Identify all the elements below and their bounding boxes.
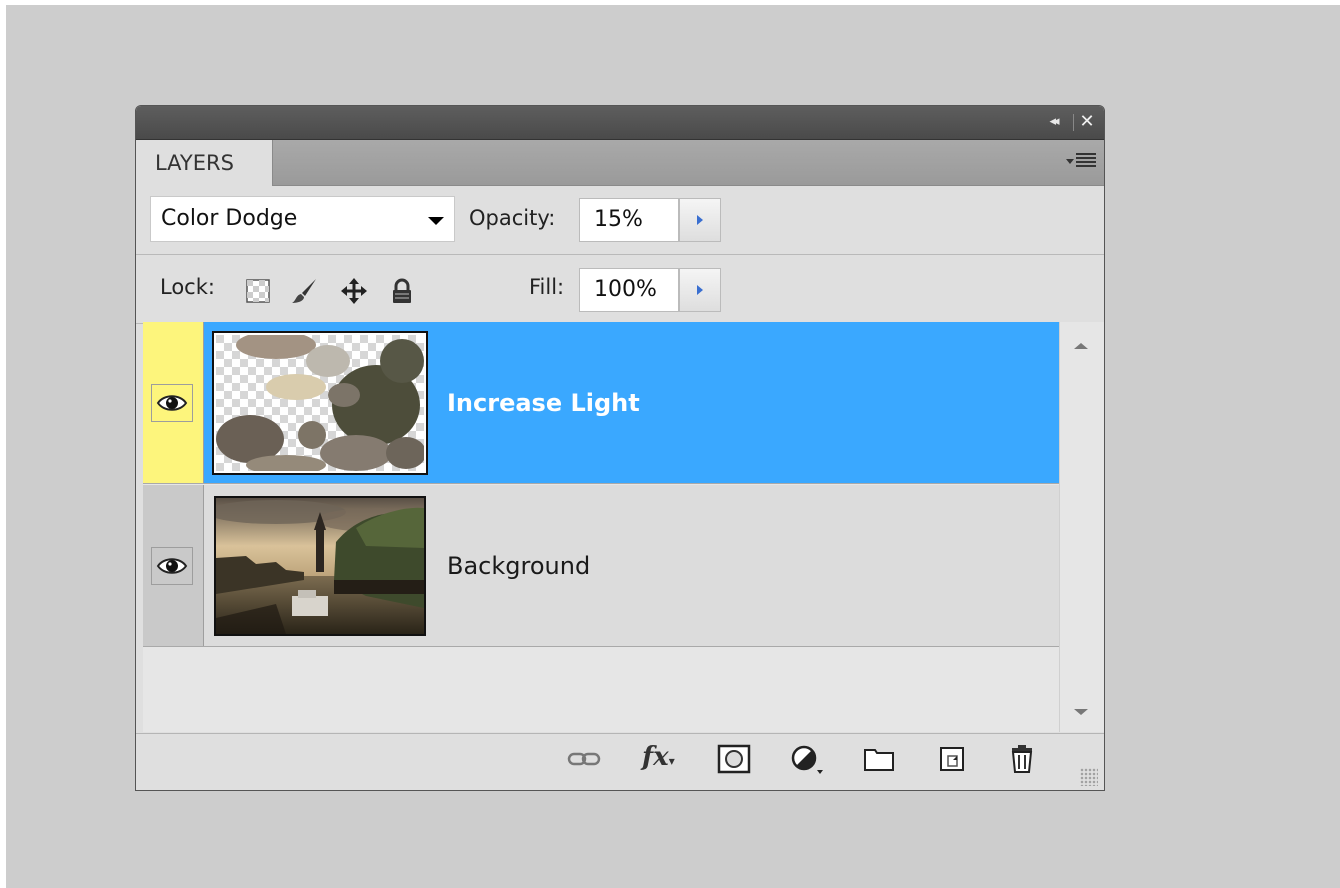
transparent-layer-thumbnail-image <box>216 335 424 471</box>
visibility-toggle[interactable] <box>151 384 193 422</box>
layer-thumbnail[interactable] <box>212 331 428 475</box>
layer-mask-icon[interactable] <box>716 742 752 776</box>
fx-dropdown-arrow: ▾ <box>668 754 675 768</box>
panel-titlebar[interactable]: ◂◂ ✕ <box>136 106 1104 140</box>
scroll-up-arrow-icon[interactable] <box>1074 343 1088 349</box>
link-layers-icon[interactable] <box>566 742 602 776</box>
chevron-down-icon <box>428 217 444 225</box>
adjustment-layer-icon[interactable] <box>789 742 825 776</box>
blend-row: Color Dodge Opacity: 15% <box>136 186 1104 255</box>
opacity-label: Opacity: <box>469 206 556 230</box>
blend-mode-value: Color Dodge <box>161 206 298 231</box>
visibility-column[interactable] <box>143 322 204 483</box>
panel-menu-arrow <box>1066 159 1074 164</box>
lock-transparent-pixels-icon[interactable] <box>244 277 272 305</box>
collapse-panel-icon[interactable]: ◂◂ <box>1042 114 1064 130</box>
trash-icon[interactable] <box>1004 742 1040 776</box>
visibility-toggle[interactable] <box>151 547 193 585</box>
lock-row: Lock: Fill: 100% <box>136 255 1104 324</box>
tab-layers[interactable]: LAYERS <box>136 140 273 186</box>
lock-image-pixels-icon[interactable] <box>290 277 318 305</box>
panel-menu-icon[interactable] <box>1066 150 1098 174</box>
fx-label: fx <box>642 742 669 772</box>
layer-name[interactable]: Increase Light <box>447 384 640 422</box>
blend-mode-dropdown[interactable]: Color Dodge <box>150 196 455 242</box>
layers-panel: ◂◂ ✕ LAYERS Color Dodge Opacity: 15% Loc… <box>135 105 1105 791</box>
fill-label: Fill: <box>529 275 565 299</box>
new-layer-icon[interactable] <box>935 742 971 776</box>
opacity-slider-button[interactable] <box>679 198 721 242</box>
titlebar-separator <box>1073 114 1074 131</box>
lock-label: Lock: <box>160 275 215 299</box>
close-icon[interactable]: ✕ <box>1078 112 1096 132</box>
fill-slider-button[interactable] <box>679 268 721 312</box>
panel-menu-lines <box>1076 153 1096 169</box>
fill-input[interactable]: 100% <box>579 268 679 312</box>
layers-list: Increase Light Background <box>143 322 1059 732</box>
layer-row[interactable]: Background <box>143 485 1059 647</box>
layer-name[interactable]: Background <box>447 547 590 585</box>
eye-icon <box>156 395 188 411</box>
lock-all-icon[interactable] <box>388 277 416 305</box>
resize-grip-icon[interactable] <box>1080 768 1098 786</box>
fx-icon[interactable]: fx▾ <box>642 742 678 776</box>
panel-bottom-toolbar: fx▾ <box>136 733 1104 790</box>
eye-icon <box>156 558 188 574</box>
panel-tabstrip: LAYERS <box>136 140 1104 186</box>
lock-position-icon[interactable] <box>340 277 368 305</box>
layers-scrollbar[interactable] <box>1059 322 1104 732</box>
scroll-down-arrow-icon[interactable] <box>1074 709 1088 715</box>
visibility-column[interactable] <box>143 485 204 646</box>
layer-thumbnail[interactable] <box>214 496 426 636</box>
opacity-input[interactable]: 15% <box>579 198 679 242</box>
new-group-icon[interactable] <box>861 742 897 776</box>
canal-photo-thumbnail-image <box>216 498 424 634</box>
layer-row[interactable]: Increase Light <box>143 322 1059 484</box>
